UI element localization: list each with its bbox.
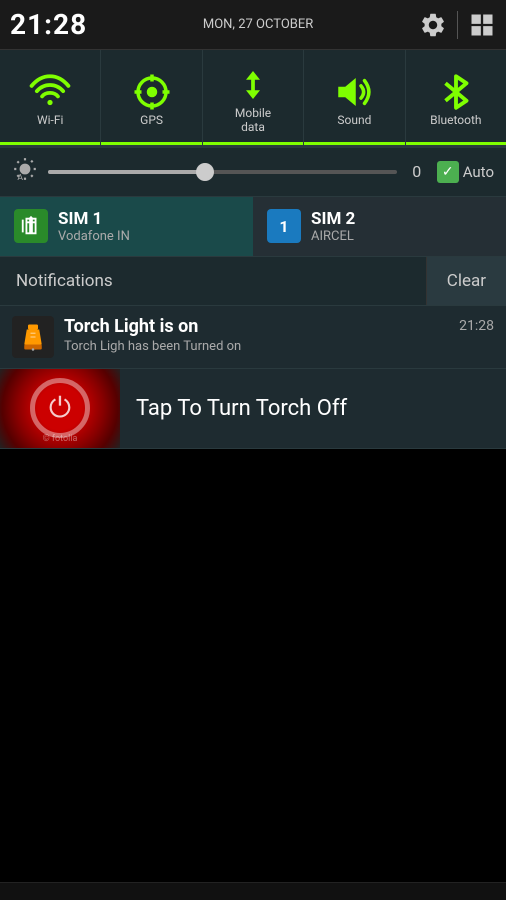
brightness-icon: A [12, 156, 38, 188]
notif-title: Torch Light is on [64, 316, 198, 337]
mobile-data-icon [232, 64, 274, 106]
notifications-header: Notifications Clear [0, 257, 506, 306]
status-date: MON, 27 OCTOBER [97, 17, 419, 32]
auto-checkbox-icon: ✓ [437, 161, 459, 183]
gps-bar [101, 142, 201, 145]
grid-icon[interactable] [468, 11, 496, 39]
torch-banner-text: Tap To Turn Torch Off [120, 396, 506, 421]
notif-top-row: Torch Light is on 21:28 Torch Ligh has b… [12, 316, 494, 358]
bluetooth-icon [435, 71, 477, 113]
empty-area [0, 449, 506, 779]
toggle-bluetooth[interactable]: Bluetooth [406, 50, 506, 145]
toggle-sound[interactable]: Sound [304, 50, 405, 145]
torch-power-button[interactable]: ⏻ © fotolia [0, 369, 120, 449]
sim1-name: SIM 1 [58, 209, 130, 229]
gps-label: GPS [140, 113, 163, 127]
sound-label: Sound [337, 113, 371, 127]
wifi-bar [0, 142, 100, 145]
status-divider [457, 11, 458, 39]
auto-brightness-toggle[interactable]: ✓ Auto [437, 161, 494, 183]
sim2-item[interactable]: 1 SIM 2 AIRCEL [253, 197, 506, 256]
notif-content: Torch Light is on 21:28 Torch Ligh has b… [64, 316, 494, 354]
toggle-wifi[interactable]: Wi-Fi [0, 50, 101, 145]
sim1-icon [14, 209, 48, 243]
power-ring: ⏻ [30, 378, 90, 438]
brightness-thumb[interactable] [196, 163, 214, 181]
bottom-bar [0, 882, 506, 900]
status-icons [419, 11, 496, 39]
fotolia-label: © fotolia [43, 434, 78, 444]
sim2-carrier: AIRCEL [311, 229, 355, 244]
status-time: 21:28 [10, 8, 87, 41]
brightness-slider[interactable] [48, 170, 397, 174]
torch-banner[interactable]: ⏻ © fotolia Tap To Turn Torch Off [0, 369, 506, 449]
sim2-number: 1 [279, 217, 288, 236]
sim1-carrier: Vodafone IN [58, 229, 130, 244]
wifi-icon [29, 71, 71, 113]
sim2-name: SIM 2 [311, 209, 355, 229]
brightness-row: A 0 ✓ Auto [0, 148, 506, 197]
svg-text:A: A [17, 173, 23, 182]
notif-time: 21:28 [459, 318, 494, 334]
sim1-item[interactable]: SIM 1 Vodafone IN [0, 197, 253, 256]
mobile-bar [203, 142, 303, 145]
sim-row: SIM 1 Vodafone IN 1 SIM 2 AIRCEL [0, 197, 506, 257]
notif-subtitle: Torch Ligh has been Turned on [64, 339, 494, 354]
sim1-info: SIM 1 Vodafone IN [58, 209, 130, 244]
gps-icon [131, 71, 173, 113]
sound-icon [333, 71, 375, 113]
bluetooth-bar [406, 142, 506, 145]
clear-button[interactable]: Clear [426, 257, 506, 305]
toggle-gps[interactable]: GPS [101, 50, 202, 145]
sim2-info: SIM 2 AIRCEL [311, 209, 355, 244]
notif-title-row: Torch Light is on 21:28 [64, 316, 494, 337]
wifi-label: Wi-Fi [37, 113, 63, 127]
status-bar: 21:28 MON, 27 OCTOBER [0, 0, 506, 50]
sound-bar [304, 142, 404, 145]
mobile-data-label: Mobiledata [235, 106, 271, 135]
power-symbol: ⏻ [49, 391, 71, 425]
brightness-value: 0 [407, 162, 427, 181]
notification-torch[interactable]: Torch Light is on 21:28 Torch Ligh has b… [0, 306, 506, 369]
torch-notification-icon [12, 316, 54, 358]
quick-toggles: Wi-Fi GPS Mobiledata Sound [0, 50, 506, 148]
bluetooth-label: Bluetooth [430, 113, 481, 127]
settings-icon[interactable] [419, 11, 447, 39]
sim2-icon: 1 [267, 209, 301, 243]
notifications-label: Notifications [0, 257, 426, 305]
auto-label: Auto [463, 163, 494, 181]
toggle-mobile-data[interactable]: Mobiledata [203, 50, 304, 145]
